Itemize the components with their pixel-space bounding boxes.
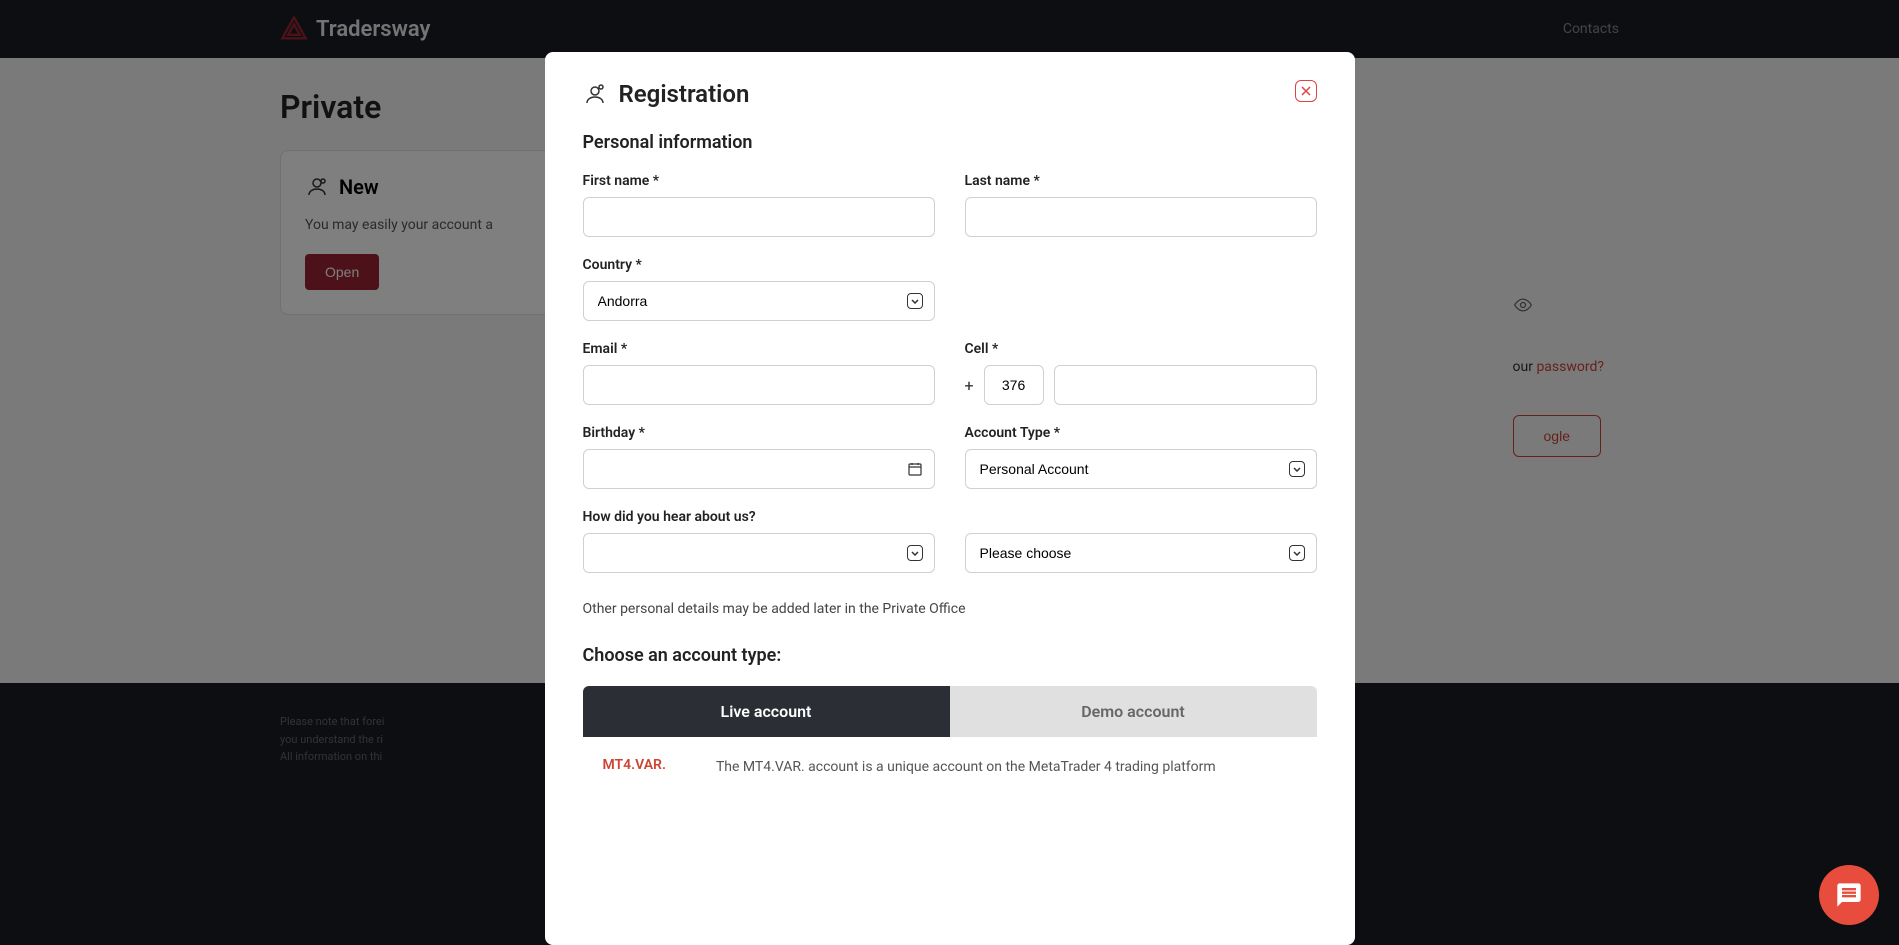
- cell-number-input[interactable]: [1054, 365, 1317, 405]
- cell-plus-sign: +: [965, 376, 974, 395]
- last-name-input[interactable]: [965, 197, 1317, 237]
- tab-demo-account[interactable]: Demo account: [950, 686, 1317, 737]
- cell-country-code-input[interactable]: [984, 365, 1044, 405]
- country-label: Country *: [583, 257, 935, 273]
- hear-about-us-label: How did you hear about us?: [583, 509, 935, 525]
- account-type-label: Account Type *: [965, 425, 1317, 441]
- country-select[interactable]: [583, 281, 935, 321]
- user-register-icon: [583, 82, 607, 106]
- birthday-input[interactable]: [583, 449, 935, 489]
- modal-title: Registration: [619, 80, 750, 108]
- registration-modal: Registration Personal information First …: [545, 52, 1355, 945]
- chat-widget-button[interactable]: [1819, 865, 1879, 925]
- last-name-label: Last name *: [965, 173, 1317, 189]
- close-button[interactable]: [1295, 80, 1317, 102]
- tab-live-account[interactable]: Live account: [583, 686, 950, 737]
- personal-details-note: Other personal details may be added late…: [583, 601, 1317, 617]
- account-description: MT4.VAR. The MT4.VAR. account is a uniqu…: [583, 737, 1317, 798]
- cell-label: Cell *: [965, 341, 1317, 357]
- account-tabs: Live account Demo account: [583, 686, 1317, 737]
- account-type-heading: Choose an account type:: [583, 645, 1317, 666]
- account-type-select[interactable]: [965, 449, 1317, 489]
- first-name-input[interactable]: [583, 197, 935, 237]
- email-label: Email *: [583, 341, 935, 357]
- account-product-description: The MT4.VAR. account is a unique account…: [716, 757, 1216, 778]
- personal-info-heading: Personal information: [583, 132, 1317, 153]
- birthday-label: Birthday *: [583, 425, 935, 441]
- close-icon: [1301, 86, 1311, 96]
- account-product-name: MT4.VAR.: [603, 757, 666, 778]
- hear-about-us-select-2[interactable]: [965, 533, 1317, 573]
- chat-icon: [1835, 881, 1863, 909]
- hear-about-us-select-1[interactable]: [583, 533, 935, 573]
- spacer-label: [965, 509, 1317, 525]
- email-input[interactable]: [583, 365, 935, 405]
- first-name-label: First name *: [583, 173, 935, 189]
